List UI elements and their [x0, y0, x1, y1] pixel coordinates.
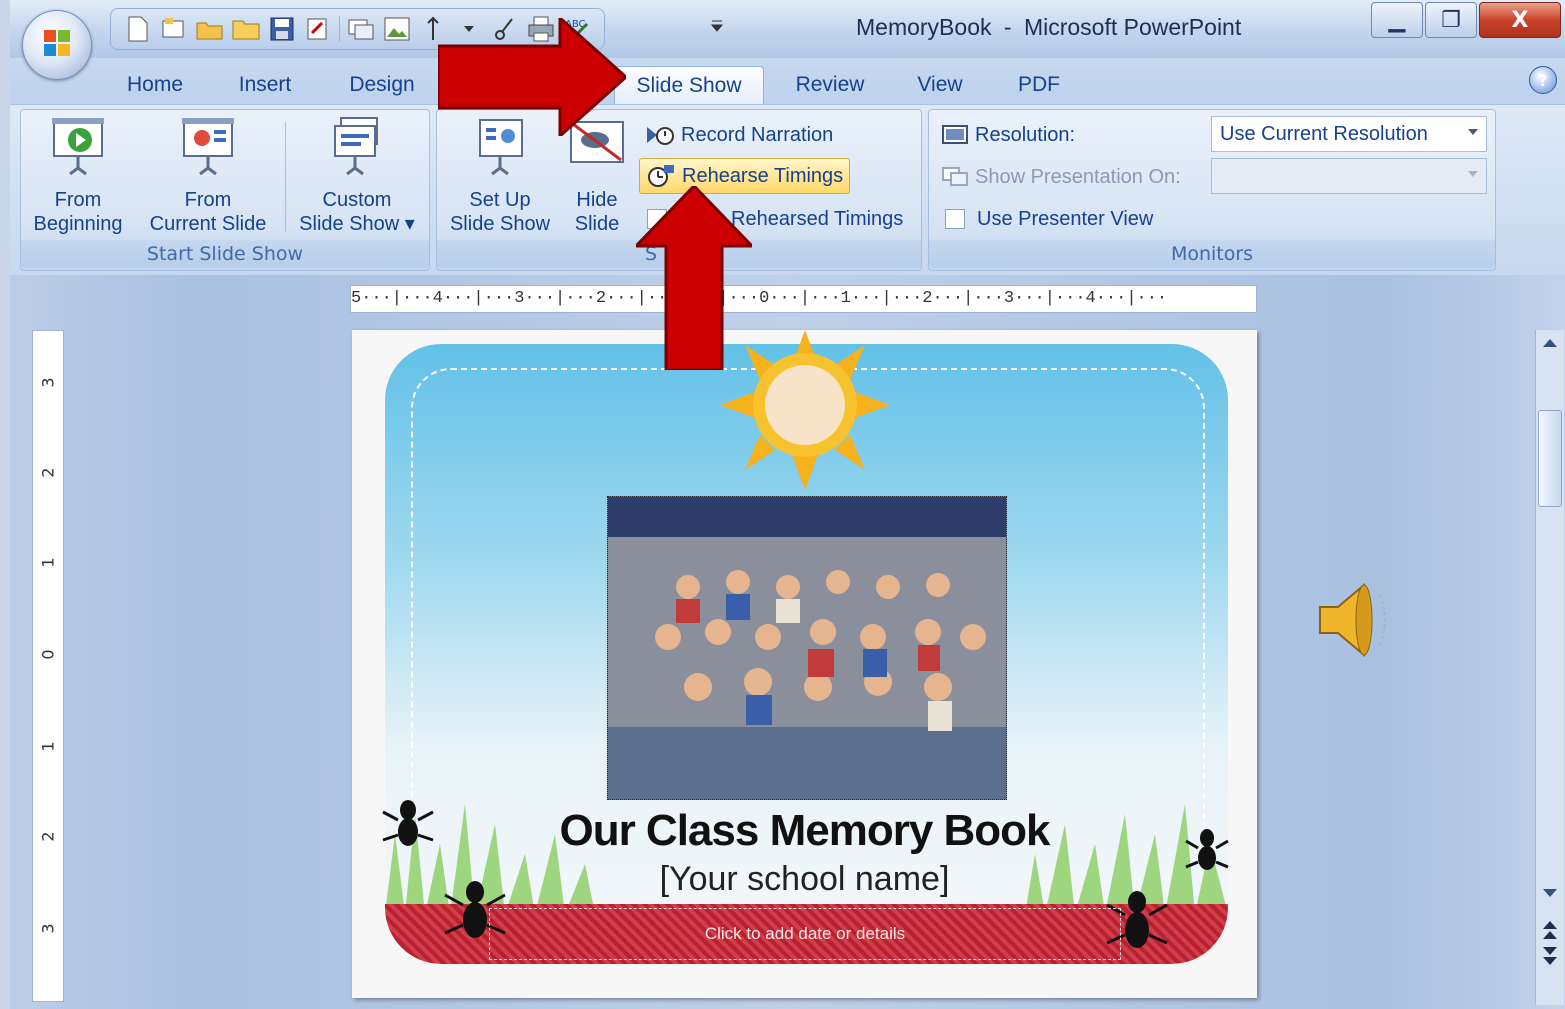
tab-pdf[interactable]: PDF: [1004, 66, 1074, 104]
from-beginning-icon: [52, 118, 104, 176]
start-slide-show-group-label: Start Slide Show: [21, 240, 429, 268]
from-current-slide-icon: [182, 118, 234, 176]
resolution-icon: [942, 125, 968, 144]
toolbar-separator: [339, 16, 340, 42]
tab-design[interactable]: Design: [332, 66, 432, 104]
resolution-value: Use Current Resolution: [1220, 122, 1428, 145]
date-details-placeholder[interactable]: Click to add date or details: [489, 908, 1121, 960]
resolution-dropdown[interactable]: Use Current Resolution: [1211, 116, 1487, 152]
set-up-line1: Set Up: [469, 189, 531, 211]
custom-line1: Custom: [322, 189, 392, 211]
chevron-down-icon: [1468, 129, 1478, 135]
monitors-group-label: Monitors: [929, 240, 1495, 268]
customize-qat-icon[interactable]: [710, 18, 724, 38]
vertical-ruler: 3 2 1 0 1 2 3: [32, 330, 64, 1002]
slide-layout-icon[interactable]: [346, 14, 376, 44]
record-narration-icon: [647, 127, 674, 145]
horizontal-ruler: 5···|···4···|···3···|···2···|···1···|···…: [350, 285, 1257, 313]
ruler-mark: 1: [38, 557, 58, 568]
application-name: Microsoft PowerPoint: [1023, 14, 1242, 40]
close-button[interactable]: X: [1479, 2, 1561, 38]
window-title: MemoryBook - Microsoft PowerPoint: [856, 14, 1241, 41]
resolution-label: Resolution:: [975, 123, 1076, 146]
new-slide-icon[interactable]: [159, 14, 189, 44]
custom-slide-show-button[interactable]: Custom Slide Show ▾: [293, 116, 421, 235]
show-presentation-on-row: Show Presentation On:: [941, 160, 1181, 194]
sound-icon[interactable]: [1310, 575, 1400, 665]
use-presenter-view-label: Use Presenter View: [977, 207, 1154, 230]
minimize-button[interactable]: ▁: [1371, 2, 1423, 38]
class-photo[interactable]: [607, 496, 1007, 800]
chevron-down-icon: [1468, 171, 1478, 177]
use-presenter-view-checkbox[interactable]: [945, 209, 965, 229]
open-icon[interactable]: [195, 14, 225, 44]
powerpoint-window: ABC MemoryBook - Microsoft PowerPoint ▁ …: [10, 0, 1565, 1009]
set-up-line2: Slide Show: [449, 213, 551, 235]
title-separator: -: [1003, 14, 1012, 40]
custom-slide-show-icon: [334, 117, 378, 176]
group-monitors: Resolution: Use Current Resolution Show …: [928, 109, 1496, 271]
from-beginning-line1: From: [54, 189, 102, 211]
from-beginning-line2: Beginning: [33, 213, 123, 235]
ruler-mark: 3: [38, 377, 58, 388]
annotation-arrow-right-icon: [438, 18, 626, 136]
class-photo-image: [608, 497, 1006, 799]
use-presenter-view-row[interactable]: Use Presenter View: [945, 202, 1153, 236]
new-icon[interactable]: [123, 14, 153, 44]
scroll-down-icon[interactable]: [1542, 888, 1558, 898]
from-current-line1: From: [184, 189, 232, 211]
save-icon[interactable]: [267, 14, 297, 44]
hide-slide-line1: Hide: [576, 189, 618, 211]
hide-slide-line2: Slide: [574, 213, 620, 235]
tab-home[interactable]: Home: [110, 66, 200, 104]
group-start-slide-show: From Beginning From Current Slide Custom…: [20, 109, 430, 271]
picture-icon[interactable]: [382, 14, 412, 44]
annotation-arrow-up-icon: [636, 186, 752, 370]
properties-icon[interactable]: [303, 14, 333, 44]
ruler-mark: 1: [38, 741, 58, 752]
slide-canvas[interactable]: Our Class Memory Book [Your school name]…: [352, 330, 1257, 998]
rehearse-timings-label: Rehearse Timings: [682, 164, 844, 187]
use-rehearsed-timings-label: Rehearsed Timings: [731, 207, 904, 230]
group-divider: [285, 122, 286, 232]
show-presentation-on-dropdown: [1211, 158, 1487, 194]
from-current-slide-button[interactable]: From Current Slide: [145, 116, 271, 235]
restore-button[interactable]: ❐: [1425, 2, 1477, 38]
from-beginning-button[interactable]: From Beginning: [23, 116, 133, 235]
tab-insert[interactable]: Insert: [220, 66, 310, 104]
show-presentation-on-label: Show Presentation On:: [975, 165, 1181, 188]
ribbon: From Beginning From Current Slide Custom…: [10, 104, 1565, 276]
previous-slide-icon[interactable]: [1542, 920, 1558, 940]
window-controls: ▁ ❐ X: [1371, 2, 1561, 38]
ruler-mark: 3: [38, 923, 58, 934]
record-narration-button[interactable]: Record Narration: [645, 118, 833, 152]
office-button[interactable]: [22, 10, 92, 80]
ruler-mark: 0: [38, 649, 58, 660]
slide-title[interactable]: Our Class Memory Book: [352, 806, 1257, 856]
title-bar: ABC MemoryBook - Microsoft PowerPoint ▁ …: [10, 0, 1565, 80]
record-narration-label: Record Narration: [681, 123, 834, 146]
scroll-up-icon[interactable]: [1542, 338, 1558, 348]
tab-review[interactable]: Review: [782, 66, 878, 104]
next-slide-icon[interactable]: [1542, 946, 1558, 966]
tab-view[interactable]: View: [900, 66, 980, 104]
from-current-line2: Current Slide: [149, 213, 267, 235]
custom-line2: Slide Show ▾: [299, 213, 415, 235]
ruler-mark: 2: [38, 467, 58, 478]
scrollbar-thumb[interactable]: [1538, 410, 1562, 507]
help-button[interactable]: ?: [1529, 66, 1557, 94]
tab-slide-show[interactable]: Slide Show: [614, 66, 764, 105]
slide-subtitle[interactable]: [Your school name]: [352, 860, 1257, 899]
show-presentation-on-icon: [942, 167, 968, 186]
ribbon-tabs: Home Insert Design Slide Show Review Vie…: [10, 58, 1565, 105]
document-name: MemoryBook: [856, 14, 992, 40]
resolution-label-row: Resolution:: [941, 118, 1075, 152]
ruler-mark: 2: [38, 831, 58, 842]
vertical-scrollbar[interactable]: [1535, 330, 1564, 1005]
office-logo-icon: [44, 30, 70, 56]
folder-icon[interactable]: [231, 14, 261, 44]
